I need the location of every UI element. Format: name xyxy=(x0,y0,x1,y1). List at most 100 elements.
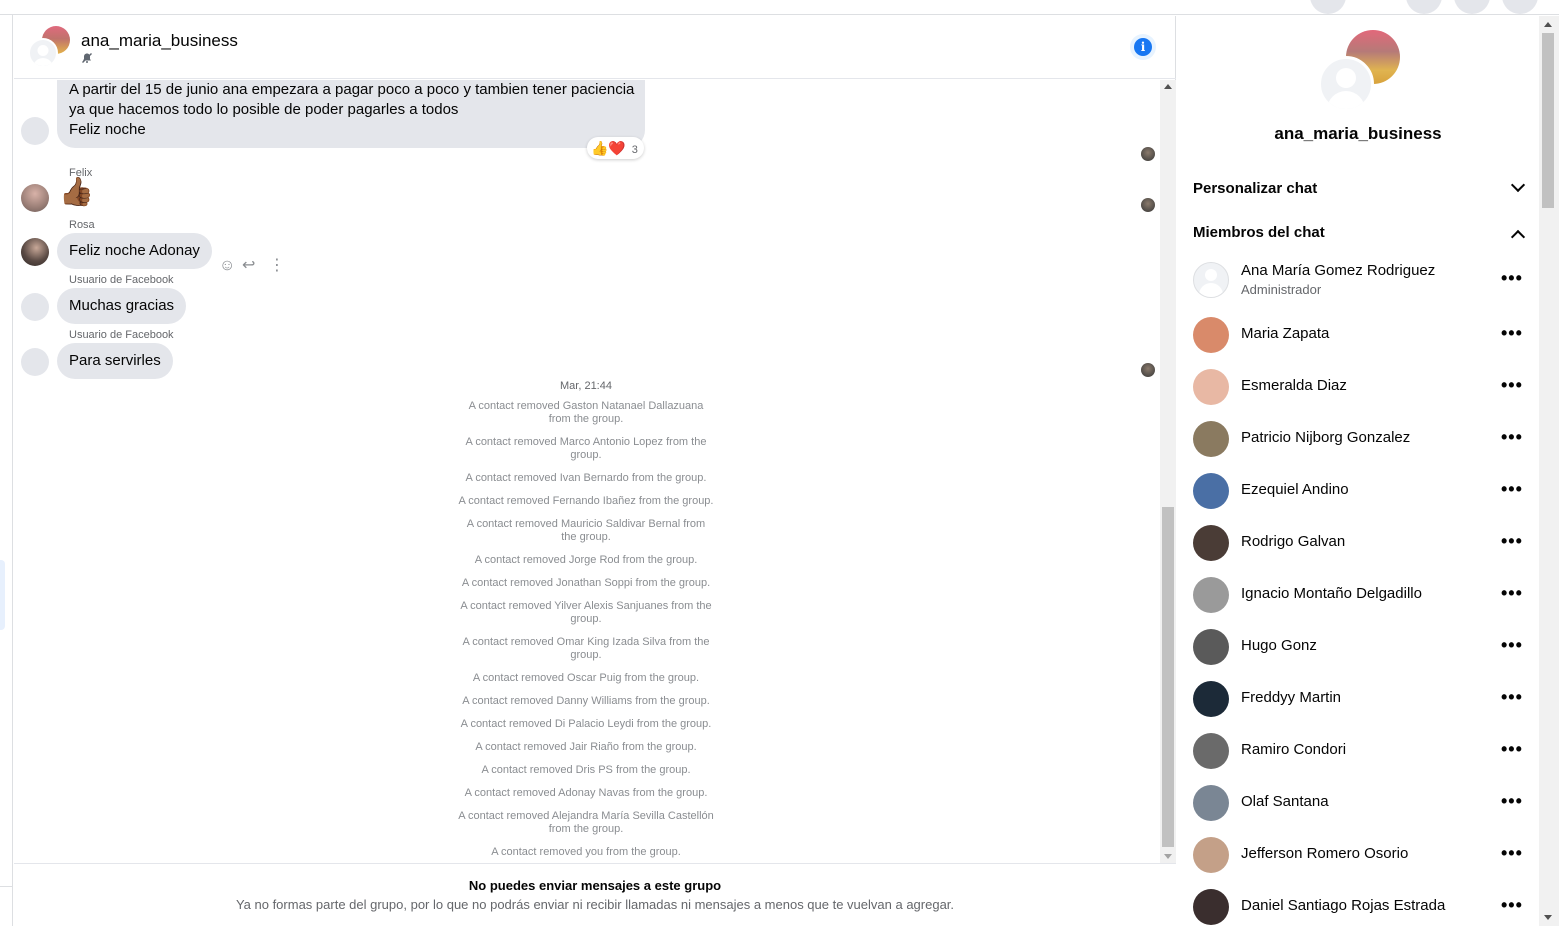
account-button[interactable] xyxy=(1310,0,1346,14)
avatar[interactable] xyxy=(1193,837,1229,873)
group-avatar[interactable] xyxy=(28,26,70,68)
more-options-icon[interactable]: ••• xyxy=(1501,323,1523,343)
member-name[interactable]: Ignacio Montaño Delgadillo xyxy=(1241,585,1422,602)
avatar[interactable] xyxy=(1193,785,1229,821)
system-event-line: A contact removed Jonathan Soppi from th… xyxy=(461,577,711,589)
member-row[interactable]: Rodrigo Galvan ••• xyxy=(1193,525,1523,561)
avatar[interactable] xyxy=(1193,681,1229,717)
system-event-line: A contact removed Ivan Bernardo from the… xyxy=(465,472,707,484)
system-event-line: A contact removed Danny Williams from th… xyxy=(462,695,710,707)
conversation-info-button[interactable]: i xyxy=(1130,34,1156,60)
message-text-line: ya que hacemos todo lo posible de poder … xyxy=(69,101,459,118)
member-name[interactable]: Daniel Santiago Rojas Estrada xyxy=(1241,897,1445,914)
system-event-line: A contact removed Alejandra María Sevill… xyxy=(458,810,714,822)
avatar[interactable] xyxy=(1193,577,1229,613)
emoji-icon[interactable]: ☺ xyxy=(219,256,235,276)
more-options-icon[interactable]: ••• xyxy=(1501,895,1523,915)
member-row[interactable]: Daniel Santiago Rojas Estrada ••• xyxy=(1193,889,1523,925)
chat-title[interactable]: ana_maria_business xyxy=(81,31,238,51)
thumbs-up-emoji[interactable]: 👍🏾 xyxy=(59,176,94,208)
member-name[interactable]: Maria Zapata xyxy=(1241,325,1329,342)
avatar xyxy=(21,117,49,145)
member-name[interactable]: Freddyy Martin xyxy=(1241,689,1341,706)
message-bubble[interactable]: Feliz noche Adonay xyxy=(57,233,212,269)
message-text: Feliz noche Adonay xyxy=(69,242,200,259)
member-row[interactable]: Ramiro Condori ••• xyxy=(1193,733,1523,769)
more-options-icon[interactable]: ••• xyxy=(1501,531,1523,551)
member-name[interactable]: Jefferson Romero Osorio xyxy=(1241,845,1408,862)
system-event-line: A contact removed Jair Riaño from the gr… xyxy=(475,741,697,753)
member-name[interactable]: Ezequiel Andino xyxy=(1241,481,1349,498)
system-event-line: A contact removed Dris PS from the group… xyxy=(481,764,691,776)
member-row[interactable]: Patricio Nijborg Gonzalez ••• xyxy=(1193,421,1523,457)
notice-subtitle: Ya no formas parte del grupo, por lo que… xyxy=(235,897,955,912)
scroll-thumb[interactable] xyxy=(1162,507,1174,847)
more-options-icon[interactable]: ••• xyxy=(1501,687,1523,707)
reply-icon[interactable]: ↩ xyxy=(242,256,255,276)
member-row[interactable]: Hugo Gonz ••• xyxy=(1193,629,1523,665)
scroll-up-arrow[interactable] xyxy=(1544,22,1552,27)
member-row[interactable]: Esmeralda Diaz ••• xyxy=(1193,369,1523,405)
scroll-thumb[interactable] xyxy=(1542,33,1554,208)
top-bar xyxy=(0,0,1559,15)
sidebar-tab[interactable] xyxy=(0,560,5,630)
message-bubble[interactable]: A partir del 15 de junio ana empezara a … xyxy=(57,80,645,148)
avatar[interactable] xyxy=(1193,629,1229,665)
member-name[interactable]: Ana María Gomez Rodriguez xyxy=(1241,262,1435,279)
avatar[interactable] xyxy=(1193,889,1229,925)
member-row[interactable]: Freddyy Martin ••• xyxy=(1193,681,1523,717)
avatar[interactable] xyxy=(1193,733,1229,769)
member-name[interactable]: Hugo Gonz xyxy=(1241,637,1317,654)
messenger-button[interactable] xyxy=(1454,0,1490,14)
member-name[interactable]: Esmeralda Diaz xyxy=(1241,377,1347,394)
member-row[interactable]: Jefferson Romero Osorio ••• xyxy=(1193,837,1523,873)
more-options-icon[interactable]: ••• xyxy=(1501,791,1523,811)
chat-scrollbar[interactable] xyxy=(1160,80,1176,863)
avatar[interactable] xyxy=(1193,317,1229,353)
system-event-line: group. xyxy=(570,613,602,625)
member-name[interactable]: Patricio Nijborg Gonzalez xyxy=(1241,429,1410,446)
system-event: A contact removed Mauricio Saldivar Bern… xyxy=(450,518,722,544)
member-name[interactable]: Rodrigo Galvan xyxy=(1241,533,1345,550)
message-text-line: Feliz noche xyxy=(69,121,146,138)
read-receipt-avatar xyxy=(1141,147,1155,161)
notifications-button[interactable] xyxy=(1502,0,1538,14)
message-text: Muchas gracias xyxy=(69,297,175,314)
avatar[interactable] xyxy=(1193,473,1229,509)
system-event-line: A contact removed Di Palacio Leydi from … xyxy=(460,718,712,730)
panel-scrollbar[interactable] xyxy=(1539,16,1559,926)
scroll-down-arrow[interactable] xyxy=(1544,915,1552,920)
more-options-icon[interactable]: ••• xyxy=(1501,268,1523,288)
reactions-badge[interactable]: 👍❤️ 3 xyxy=(587,137,644,159)
member-name[interactable]: Olaf Santana xyxy=(1241,793,1329,810)
member-row[interactable]: Maria Zapata ••• xyxy=(1193,317,1523,353)
avatar[interactable] xyxy=(1193,421,1229,457)
avatar[interactable] xyxy=(1193,525,1229,561)
member-row[interactable]: Ezequiel Andino ••• xyxy=(1193,473,1523,509)
system-event-line: from the group. xyxy=(548,823,624,835)
scroll-up-arrow[interactable] xyxy=(1164,84,1172,89)
member-name[interactable]: Ramiro Condori xyxy=(1241,741,1346,758)
more-options-icon[interactable]: ••• xyxy=(1501,739,1523,759)
customize-chat-section[interactable]: Personalizar chat xyxy=(1193,177,1526,204)
read-receipt-avatar xyxy=(1141,363,1155,377)
menu-button[interactable] xyxy=(1406,0,1442,14)
group-avatar-default xyxy=(1318,56,1374,112)
more-vertical-icon[interactable]: ⋮ xyxy=(269,256,285,276)
member-row[interactable]: Ignacio Montaño Delgadillo ••• xyxy=(1193,577,1523,613)
more-options-icon[interactable]: ••• xyxy=(1501,583,1523,603)
more-options-icon[interactable]: ••• xyxy=(1501,635,1523,655)
member-row[interactable]: Olaf Santana ••• xyxy=(1193,785,1523,821)
more-options-icon[interactable]: ••• xyxy=(1501,843,1523,863)
message-list[interactable]: A partir del 15 de junio ana empezara a … xyxy=(14,80,1160,863)
more-options-icon[interactable]: ••• xyxy=(1501,375,1523,395)
message-bubble[interactable]: Para servirles xyxy=(57,343,173,379)
chat-members-section[interactable]: Miembros del chat xyxy=(1193,224,1526,248)
message-bubble[interactable]: Muchas gracias xyxy=(57,288,187,324)
member-row[interactable]: Ana María Gomez Rodriguez Administrador ••… xyxy=(1193,262,1523,298)
avatar[interactable] xyxy=(1193,369,1229,405)
avatar[interactable] xyxy=(1193,262,1229,298)
scroll-down-arrow[interactable] xyxy=(1164,854,1172,859)
more-options-icon[interactable]: ••• xyxy=(1501,427,1523,447)
more-options-icon[interactable]: ••• xyxy=(1501,479,1523,499)
